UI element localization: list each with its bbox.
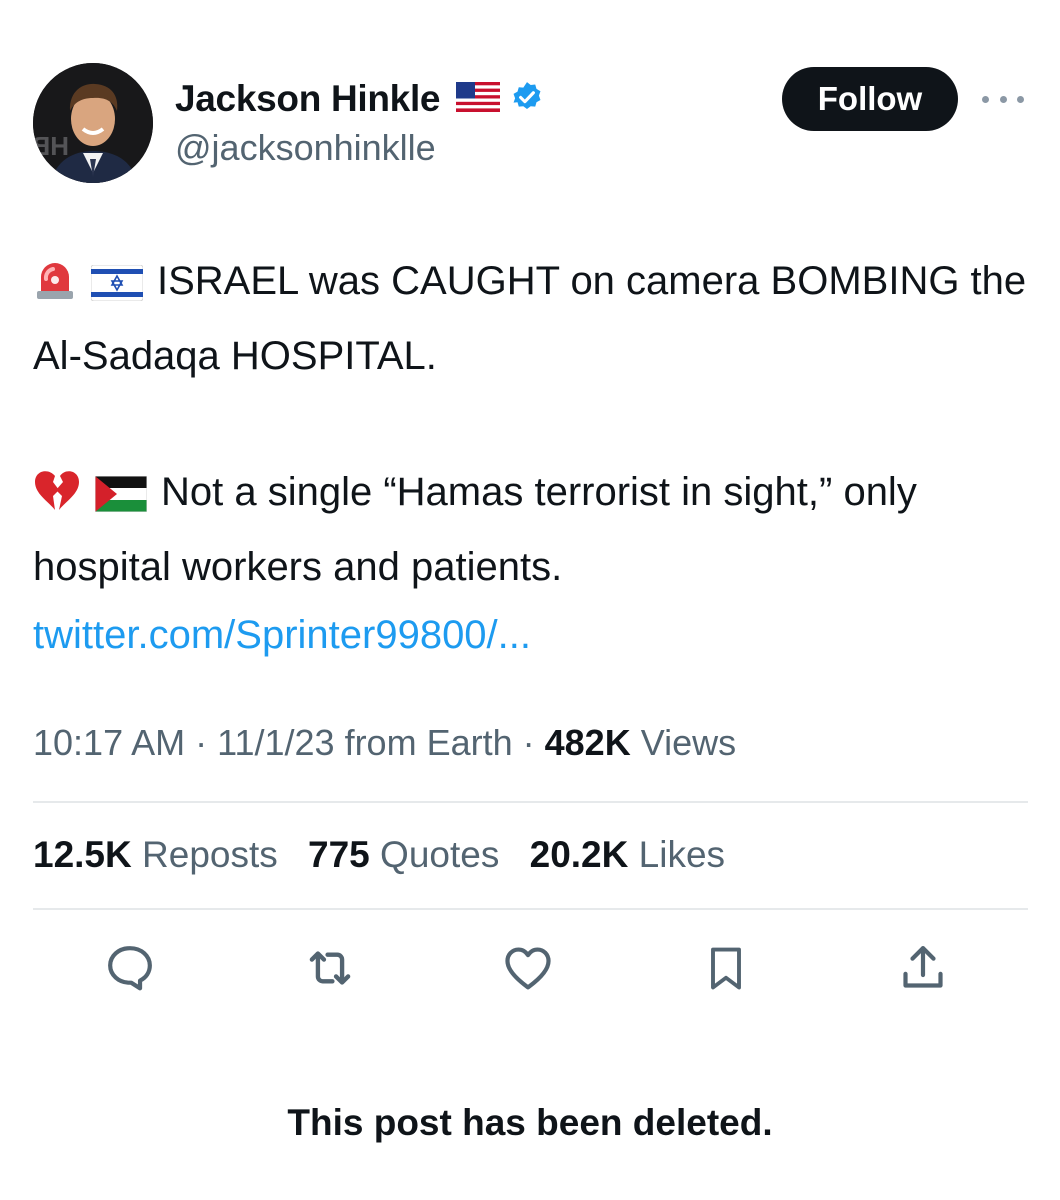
share-icon[interactable] (893, 938, 953, 998)
reposts-label: Reposts (142, 834, 278, 875)
tweet-page: HB Jackson Hinkle @jacksonhinklle Follow… (0, 0, 1060, 1200)
views-count: 482K (544, 722, 631, 763)
quotes-label: Quotes (380, 834, 500, 875)
tweet-paragraph-2: Not a single “Hamas terrorist in sight,”… (33, 458, 1028, 669)
svg-text:HB: HB (33, 131, 69, 161)
tweet-paragraph-1: ISRAEL was CAUGHT on camera BOMBING the … (33, 247, 1028, 390)
reposts-stat[interactable]: 12.5K Reposts (33, 834, 278, 875)
quotes-stat[interactable]: 775 Quotes (308, 834, 499, 875)
deleted-notice: This post has been deleted. (287, 1102, 773, 1143)
divider (33, 908, 1028, 910)
views-label: Views (640, 722, 737, 763)
avatar-photo: HB (33, 63, 153, 183)
tweet-time[interactable]: 10:17 AM (33, 722, 185, 763)
likes-count: 20.2K (529, 834, 629, 875)
more-options-icon[interactable] (982, 90, 1024, 108)
repost-icon[interactable] (300, 938, 360, 998)
tweet-date-source[interactable]: 11/1/23 from Earth (217, 722, 513, 763)
verified-badge-icon[interactable] (510, 80, 544, 119)
reposts-count: 12.5K (33, 834, 132, 875)
follow-button[interactable]: Follow (782, 67, 958, 131)
tweet-line-1-text: ISRAEL was CAUGHT on camera BOMBING the … (33, 259, 1027, 378)
tweet-meta: 10:17 AM · 11/1/23 from Earth · 482K Vie… (33, 722, 737, 763)
israel-flag-icon (90, 254, 144, 322)
bookmark-icon[interactable] (696, 938, 756, 998)
broken-heart-icon (33, 465, 81, 533)
siren-icon (33, 254, 77, 322)
avatar[interactable]: HB (33, 63, 153, 183)
quotes-count: 775 (308, 834, 370, 875)
likes-label: Likes (638, 834, 726, 875)
tweet-link[interactable]: twitter.com/Sprinter99800/... (33, 613, 531, 657)
engagement-stats: 12.5K Reposts 775 Quotes 20.2K Likes (33, 834, 745, 876)
author-name-row[interactable]: Jackson Hinkle (175, 76, 544, 122)
us-flag-icon (456, 81, 501, 117)
like-icon[interactable] (498, 938, 558, 998)
tweet-text: ISRAEL was CAUGHT on camera BOMBING the … (33, 247, 1028, 669)
palestine-flag-icon (94, 465, 148, 533)
author-handle[interactable]: @jacksonhinklle (175, 127, 436, 169)
author-display-name[interactable]: Jackson Hinkle (175, 78, 441, 120)
reply-icon[interactable] (100, 938, 160, 998)
divider (33, 801, 1028, 803)
tweet-line-2-text: Not a single “Hamas terrorist in sight,”… (33, 470, 917, 589)
likes-stat[interactable]: 20.2K Likes (530, 834, 725, 875)
